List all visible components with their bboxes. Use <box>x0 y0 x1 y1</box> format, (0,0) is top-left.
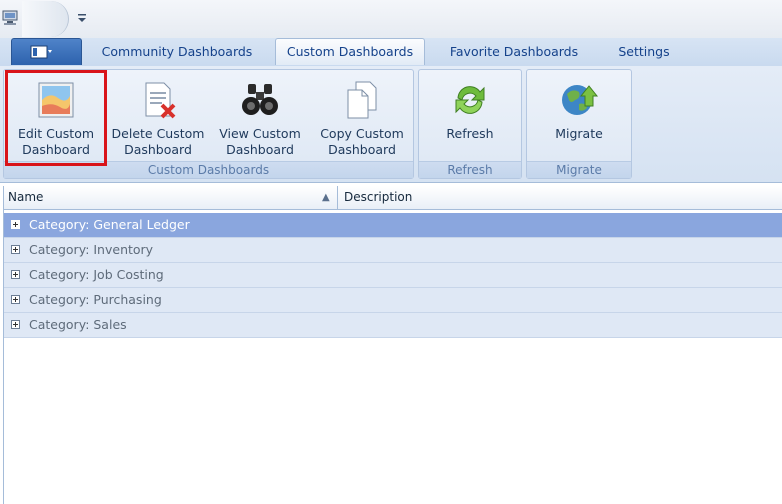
expand-icon[interactable] <box>11 295 20 304</box>
group-row-label: Category: Inventory <box>29 242 154 257</box>
column-header-name-label: Name <box>8 190 44 204</box>
tab-custom-dashboards[interactable]: Custom Dashboards <box>275 38 425 65</box>
migrate-label: Migrate <box>555 126 603 141</box>
application-orb[interactable] <box>22 1 69 37</box>
group-row[interactable]: Category: Inventory <box>4 238 782 263</box>
group-row[interactable]: Category: General Ledger <box>4 213 782 238</box>
view-custom-dashboard-label: View Custom Dashboard <box>219 126 301 157</box>
grid-header: Name ▲ Description <box>4 186 782 210</box>
group-row[interactable]: Category: Sales <box>4 313 782 338</box>
ribbon-group-refresh: Refresh Refresh <box>418 69 522 179</box>
copy-custom-dashboard-button[interactable]: Copy Custom Dashboard <box>314 74 410 158</box>
refresh-button[interactable]: Refresh <box>422 74 518 158</box>
group-label-migrate: Migrate <box>527 161 631 178</box>
column-header-description[interactable]: Description <box>340 186 412 209</box>
ribbon-tab-bar: Community Dashboards Custom Dashboards F… <box>0 38 782 66</box>
expand-icon[interactable] <box>11 245 20 254</box>
highlight-box <box>5 70 107 166</box>
dashboards-grid: Name ▲ Description Category: General Led… <box>3 186 782 504</box>
application-menu-icon <box>30 45 52 59</box>
group-row[interactable]: Category: Job Costing <box>4 263 782 288</box>
delete-custom-dashboard-button[interactable]: Delete Custom Dashboard <box>110 74 206 158</box>
ribbon-panel: Edit Custom Dashboard Delete Custom Dash… <box>0 66 782 183</box>
globe-migrate-icon <box>562 85 599 115</box>
quick-access-toolbar <box>0 0 782 38</box>
ribbon-group-migrate: Migrate Migrate <box>526 69 632 179</box>
refresh-icon <box>455 86 485 114</box>
customize-dropdown-icon[interactable] <box>78 13 86 23</box>
refresh-label: Refresh <box>446 126 494 141</box>
copy-icon <box>347 81 377 119</box>
expand-icon[interactable] <box>11 220 20 229</box>
expand-icon[interactable] <box>11 270 20 279</box>
group-row-label: Category: Sales <box>29 317 127 332</box>
tab-community-dashboards[interactable]: Community Dashboards <box>92 40 262 64</box>
binoculars-icon <box>242 84 278 115</box>
group-label-refresh: Refresh <box>419 161 521 178</box>
tab-favorite-dashboards[interactable]: Favorite Dashboards <box>438 40 590 64</box>
delete-dashboard-icon <box>145 82 176 119</box>
delete-custom-dashboard-label: Delete Custom Dashboard <box>111 126 205 157</box>
computer-icon[interactable] <box>2 10 20 26</box>
group-row-label: Category: Job Costing <box>29 267 164 282</box>
group-row-label: Category: General Ledger <box>29 217 190 232</box>
migrate-button[interactable]: Migrate <box>531 74 627 158</box>
column-header-name[interactable]: Name ▲ <box>4 186 338 209</box>
application-menu-button[interactable] <box>11 38 82 65</box>
expand-icon[interactable] <box>11 320 20 329</box>
group-row[interactable]: Category: Purchasing <box>4 288 782 313</box>
sort-ascending-icon: ▲ <box>322 192 330 203</box>
view-custom-dashboard-button[interactable]: View Custom Dashboard <box>212 74 308 158</box>
copy-custom-dashboard-label: Copy Custom Dashboard <box>320 126 404 157</box>
tab-settings[interactable]: Settings <box>606 40 682 64</box>
group-row-label: Category: Purchasing <box>29 292 162 307</box>
